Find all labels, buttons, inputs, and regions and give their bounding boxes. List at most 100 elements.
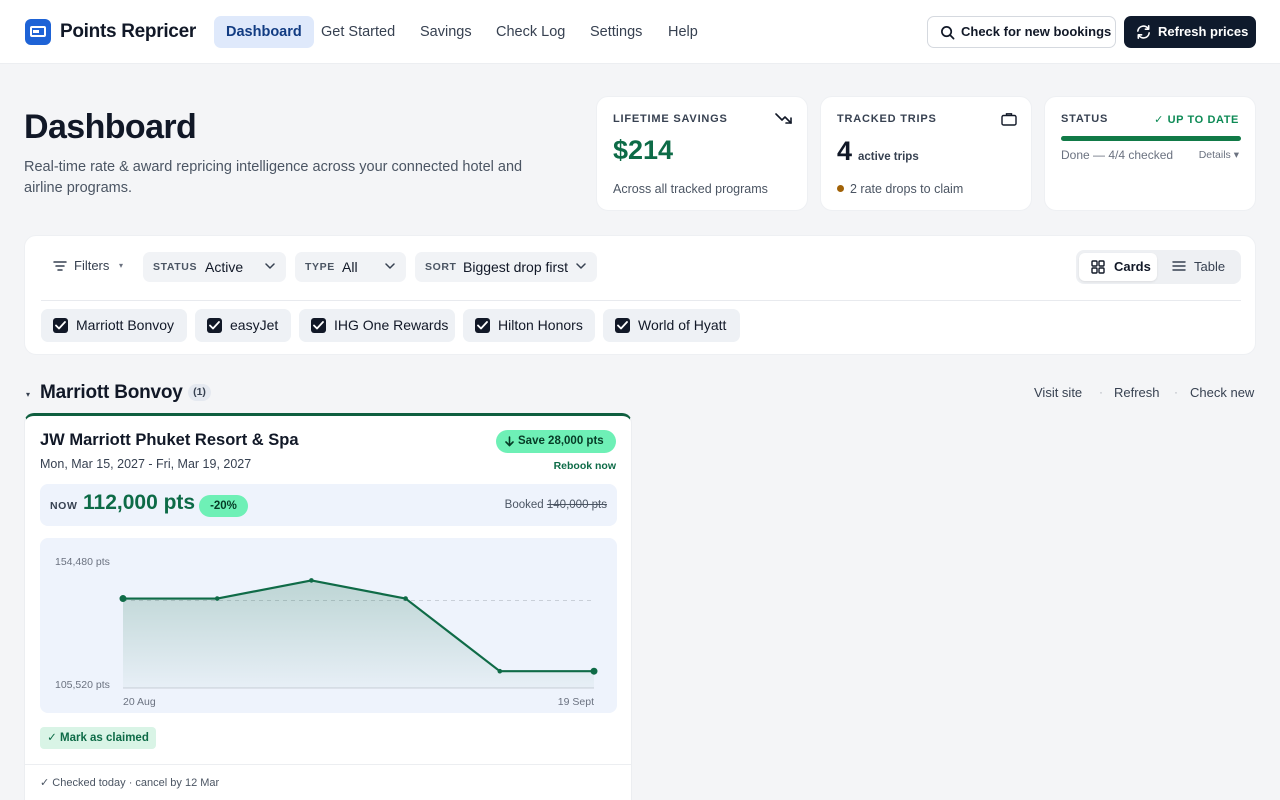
filter-divider [41,300,1241,301]
rebook-now-link[interactable]: Rebook now [554,460,616,472]
y-max-label: 154,480 pts [55,556,110,568]
tracked-trips-label: TRACKED TRIPS [837,113,937,125]
cards-view-label: Cards [1114,259,1151,274]
status-progress-bar [1061,136,1241,141]
chevron-down-icon [576,263,586,269]
tracked-trips-card: TRACKED TRIPS 4 active trips 2 rate drop… [820,96,1032,211]
cards-view-button[interactable]: Cards [1079,253,1157,281]
y-min-label: 105,520 pts [55,679,110,691]
app-name[interactable]: Points Repricer [60,21,196,43]
nav-dashboard[interactable]: Dashboard [214,16,314,48]
status-text: Done — 4/4 checked [1061,148,1174,162]
rate-drops-note: 2 rate drops to claim [850,182,964,196]
caret-down-icon: ▾ [119,261,124,270]
lifetime-savings-card: LIFETIME SAVINGS $214 Across all tracked… [596,96,808,211]
savings-badge-label: Save 28,000 pts [518,435,604,447]
x-end-label: 19 Sept [558,696,594,708]
nav-get-started[interactable]: Get Started [309,16,407,48]
tracked-trips-value: 4 [837,136,853,166]
group-count-badge: (1) [188,384,211,401]
checkbox-checked-icon[interactable] [207,318,222,333]
status-card: STATUS ✓ UP TO DATE Done — 4/4 checked D… [1044,96,1256,211]
card-divider [25,764,631,765]
chevron-down-icon [385,263,395,269]
nav-settings[interactable]: Settings [578,16,654,48]
refresh-prices-button[interactable]: Refresh prices [1124,16,1256,48]
check-bookings-label: Check for new bookings [961,24,1112,39]
grid-icon [1091,260,1105,274]
chart-point [119,595,127,603]
refresh-prices-label: Refresh prices [1158,24,1249,39]
check-status-text: ✓ Checked today · cancel by 12 Mar [40,777,220,789]
search-icon [941,26,955,40]
visit-site-link[interactable]: Visit site [1034,385,1082,400]
check-bookings-button[interactable]: Check for new bookings [927,16,1116,48]
sort-dropdown-key: SORT [425,261,457,273]
savings-badge: Save 28,000 pts [496,430,616,453]
booked-price: Booked 140,000 pts [505,499,607,511]
link-separator: · [1174,385,1178,399]
mark-claimed-button[interactable]: ✓ Mark as claimed [40,727,156,749]
program-chip-ihg[interactable]: IHG One Rewards [299,309,455,342]
nav-check-log[interactable]: Check Log [484,16,577,48]
filters-label: Filters [74,258,110,273]
table-view-label: Table [1194,259,1226,274]
chart-point [403,596,408,601]
chart-point [497,668,503,674]
refresh-icon [1137,25,1150,39]
price-history-chart: 154,480 pts 105,520 pts 20 Aug 19 Sept [40,538,617,713]
status-dropdown[interactable]: STATUS Active [143,252,286,282]
refresh-group-link[interactable]: Refresh [1114,385,1160,400]
view-toggle: Cards Table [1076,250,1241,284]
link-separator: · [1099,385,1103,399]
price-chart-svg: 154,480 pts 105,520 pts 20 Aug 19 Sept [55,556,598,708]
program-chip-label: World of Hyatt [638,317,727,333]
status-badge: ✓ UP TO DATE [1154,114,1239,126]
status-dropdown-value: Active [205,259,244,275]
program-chip-label: IHG One Rewards [334,317,449,333]
group-title: Marriott Bonvoy [40,382,183,403]
check-new-link[interactable]: Check new [1190,385,1254,400]
now-label: NOW [50,500,78,512]
checkbox-checked-icon[interactable] [311,318,326,333]
collapse-caret-icon[interactable]: ▾ [26,390,30,399]
program-chip-hilton[interactable]: Hilton Honors [463,309,595,342]
briefcase-icon [1001,113,1017,126]
top-bar: Points Repricer Dashboard Get Started Sa… [0,0,1280,64]
status-label: STATUS [1061,113,1109,125]
checkbox-checked-icon[interactable] [475,318,490,333]
program-chip-label: Hilton Honors [498,317,583,333]
table-view-button[interactable]: Table [1160,253,1238,281]
details-toggle[interactable]: Details ▾ [1199,149,1239,161]
x-start-label: 20 Aug [123,696,156,708]
program-chip-easyjet[interactable]: easyJet [195,309,291,342]
chart-point [590,667,598,675]
page-subtitle: Real-time rate & award repricing intelli… [24,159,523,196]
trending-down-icon [775,113,792,124]
tracked-trips-unit: active trips [858,151,919,163]
status-dropdown-key: STATUS [153,261,198,273]
checkbox-checked-icon[interactable] [53,318,68,333]
nav-help[interactable]: Help [656,16,710,48]
checkbox-checked-icon[interactable] [615,318,630,333]
status-progress-fill [1061,136,1241,141]
filter-icon [53,261,67,271]
filter-panel: Filters ▾ STATUS Active TYPE All SORT Bi… [24,235,1256,355]
rate-drop-dot-icon [837,185,844,192]
type-dropdown-value: All [342,259,358,275]
stay-dates: Mon, Mar 15, 2027 - Fri, Mar 19, 2027 [40,457,252,471]
sort-dropdown[interactable]: SORT Biggest drop first [415,252,597,282]
type-dropdown-key: TYPE [305,261,335,273]
arrow-down-icon [505,436,514,447]
chart-point [309,578,314,583]
program-chip-hyatt[interactable]: World of Hyatt [603,309,740,342]
nav-savings[interactable]: Savings [408,16,484,48]
booking-card: JW Marriott Phuket Resort & Spa Mon, Mar… [24,413,632,800]
current-price-band: NOW 112,000 pts -20% Booked 140,000 pts [40,484,617,526]
list-icon [1172,261,1186,271]
sort-dropdown-value: Biggest drop first [463,259,569,275]
program-chip-marriott[interactable]: Marriott Bonvoy [41,309,187,342]
logo-icon[interactable] [25,19,51,45]
booked-label: Booked [504,499,544,511]
type-dropdown[interactable]: TYPE All [295,252,406,282]
